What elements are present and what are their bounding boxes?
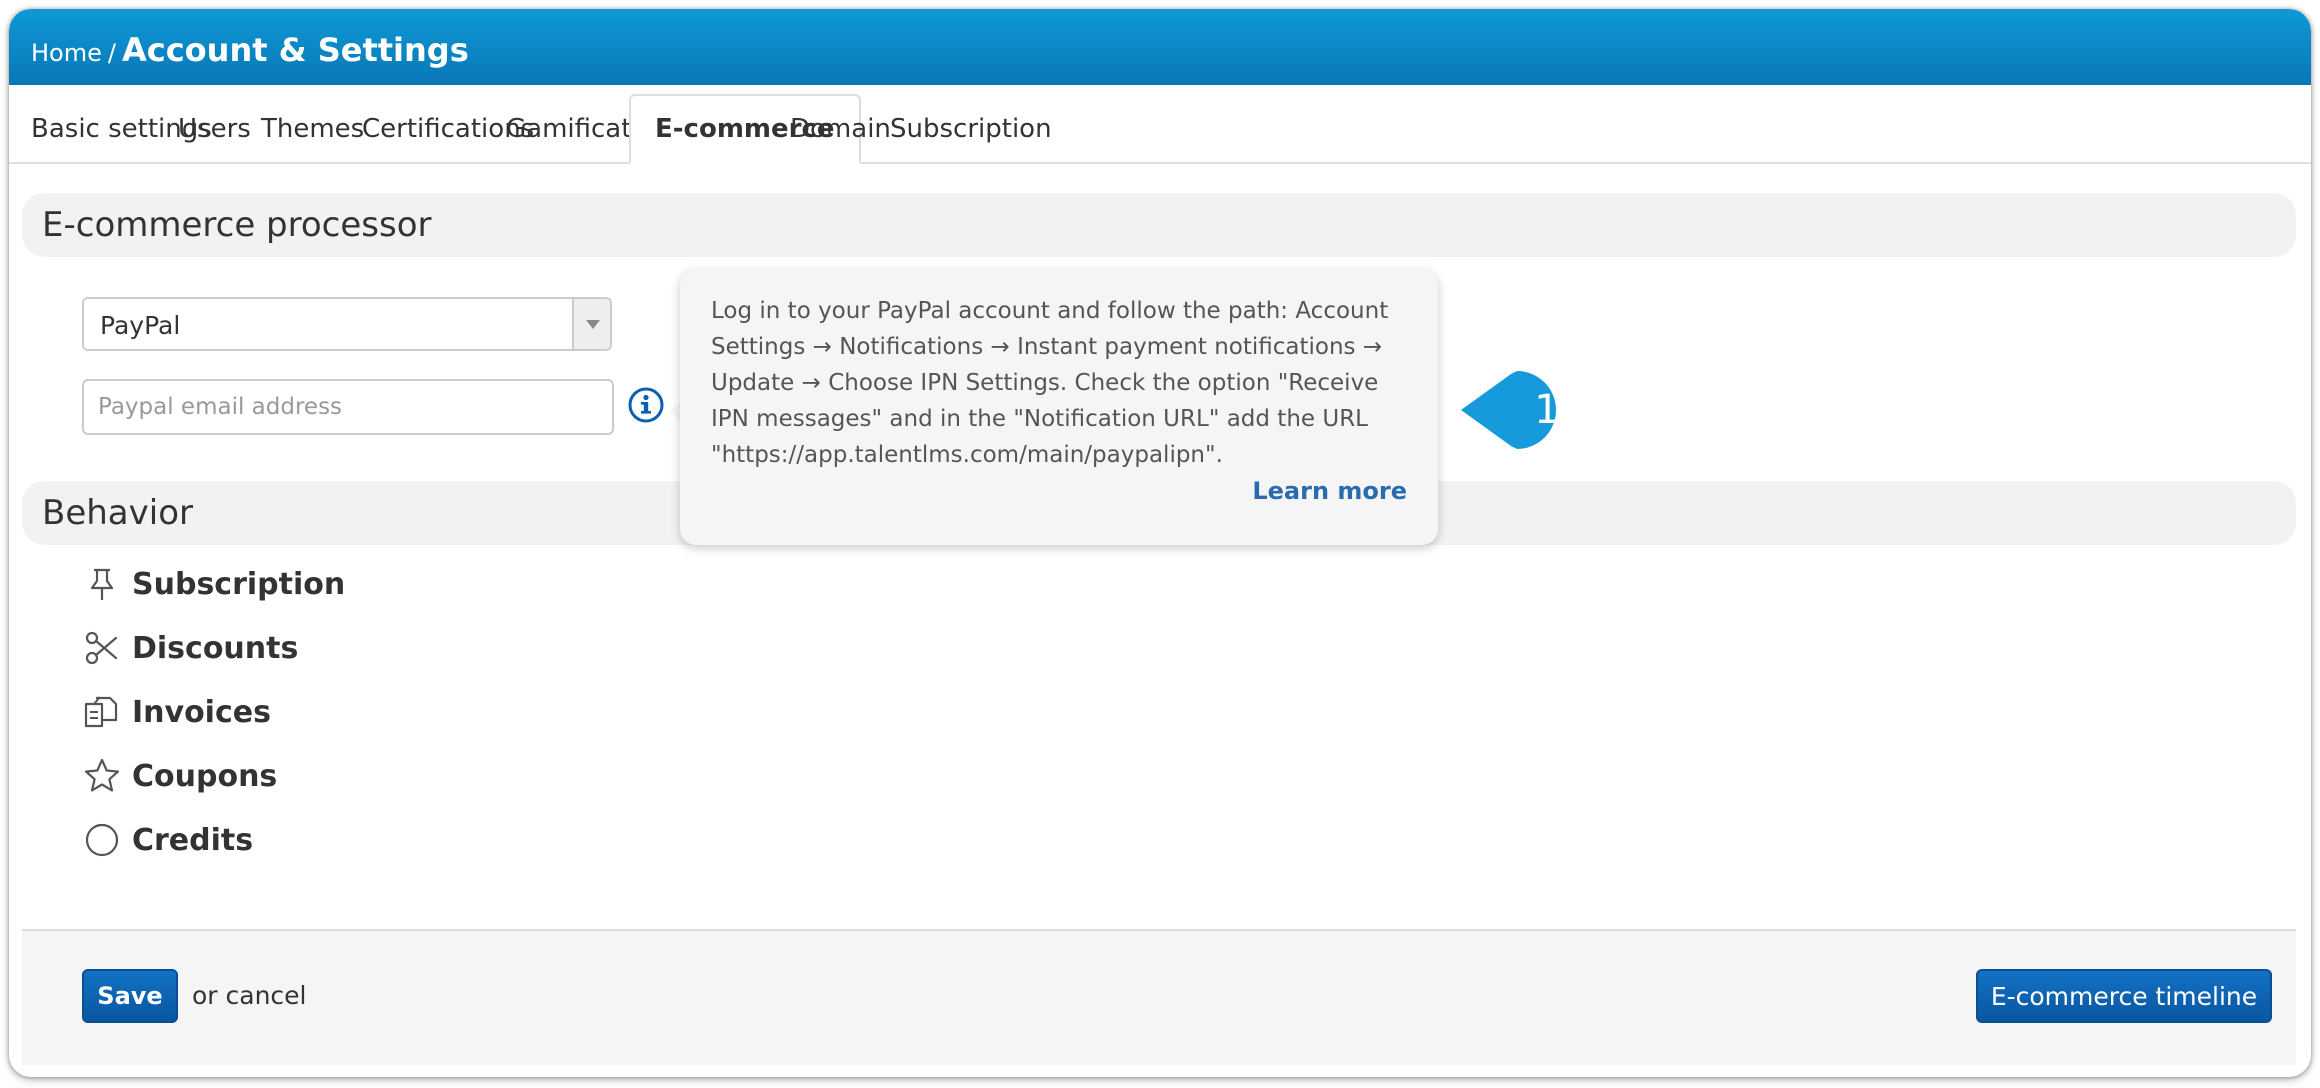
- save-button[interactable]: Save: [82, 969, 178, 1023]
- cancel-link[interactable]: or cancel: [192, 981, 307, 1010]
- behavior-item-invoices[interactable]: Invoices: [82, 690, 271, 734]
- ecommerce-processor-section-header: E-commerce processor: [22, 193, 2296, 257]
- callout-marker: 1: [1461, 371, 1560, 449]
- processor-select-value: PayPal: [100, 311, 181, 340]
- behavior-item-label: Subscription: [132, 566, 346, 602]
- behavior-item-label: Invoices: [132, 694, 271, 730]
- app-window: Home / Account & Settings Basic settings…: [9, 9, 2311, 1077]
- pin-icon: [90, 568, 114, 600]
- info-icon[interactable]: [627, 386, 665, 424]
- breadcrumb-home-link[interactable]: Home: [31, 39, 102, 67]
- behavior-item-discounts[interactable]: Discounts: [82, 626, 298, 670]
- ecommerce-timeline-button[interactable]: E-commerce timeline: [1976, 969, 2272, 1023]
- settings-tabs: Basic settings Users Themes Certificatio…: [9, 94, 2311, 164]
- behavior-item-label: Coupons: [132, 758, 278, 794]
- documents-icon: [84, 696, 118, 728]
- behavior-item-credits[interactable]: Credits: [82, 818, 253, 862]
- star-icon: [84, 758, 120, 792]
- circle-icon: [85, 823, 119, 857]
- callout-number: 1: [1534, 387, 1559, 433]
- scissors-icon: [85, 631, 118, 665]
- processor-select[interactable]: PayPal: [82, 297, 612, 351]
- dropdown-arrow-icon[interactable]: [572, 299, 610, 349]
- form-footer: Save or cancel E-commerce timeline: [22, 929, 2296, 1065]
- tab-subscription[interactable]: Subscription: [890, 94, 1052, 164]
- breadcrumb: Home / Account & Settings: [31, 31, 469, 69]
- section-title: E-commerce processor: [42, 205, 432, 245]
- behavior-item-label: Discounts: [132, 630, 299, 666]
- tab-domain[interactable]: Domain: [790, 94, 891, 164]
- behavior-item-coupons[interactable]: Coupons: [82, 754, 277, 798]
- learn-more-link[interactable]: Learn more: [1252, 477, 1407, 505]
- breadcrumb-separator: /: [107, 39, 116, 67]
- section-title: Behavior: [42, 493, 193, 533]
- paypal-help-tooltip: Log in to your PayPal account and follow…: [680, 269, 1438, 545]
- paypal-email-input[interactable]: [82, 379, 614, 435]
- page-header: Home / Account & Settings: [9, 9, 2311, 85]
- page-title: Account & Settings: [121, 31, 469, 69]
- tab-users[interactable]: Users: [178, 94, 251, 164]
- tab-themes[interactable]: Themes: [261, 94, 364, 164]
- behavior-item-label: Credits: [132, 822, 254, 858]
- tooltip-text: Log in to your PayPal account and follow…: [711, 298, 1389, 468]
- behavior-item-subscription[interactable]: Subscription: [82, 562, 345, 606]
